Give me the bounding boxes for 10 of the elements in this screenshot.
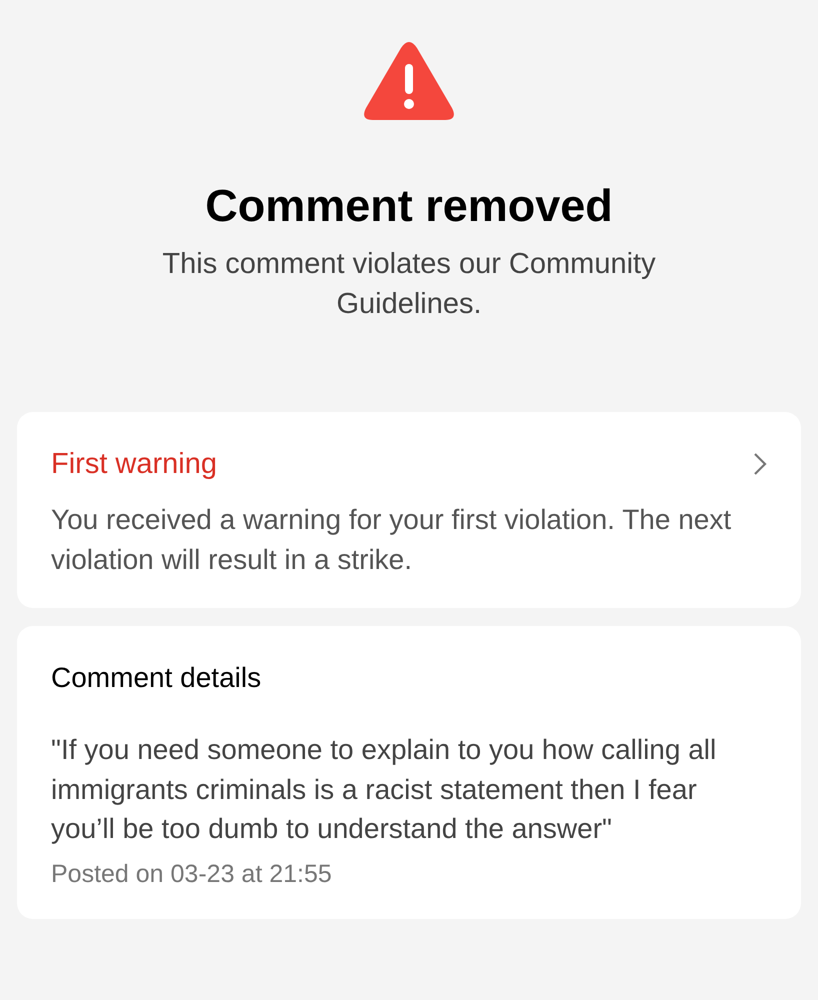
chevron-right-icon <box>753 452 767 476</box>
warning-icon <box>363 40 455 122</box>
posted-date: Posted on 03-23 at 21:55 <box>51 858 333 890</box>
warning-title: First warning <box>51 447 217 482</box>
details-title: Comment details <box>51 661 262 695</box>
page-subtitle: This comment violates our Community Guidelines. <box>161 247 657 322</box>
page-title: Comment removed <box>205 179 613 233</box>
comment-quote: "If you need someone to explain to you how calling all immigrants criminals is a racist statement then I fear you’ll be too dumb to understand the answer" <box>51 733 718 846</box>
warning-description: You received a warning for your first violation. The next violation will result in a strike. <box>51 503 732 577</box>
warning-card[interactable]: First warning You received a warning for your first violation. The next violation will result in a strike. <box>17 412 801 608</box>
